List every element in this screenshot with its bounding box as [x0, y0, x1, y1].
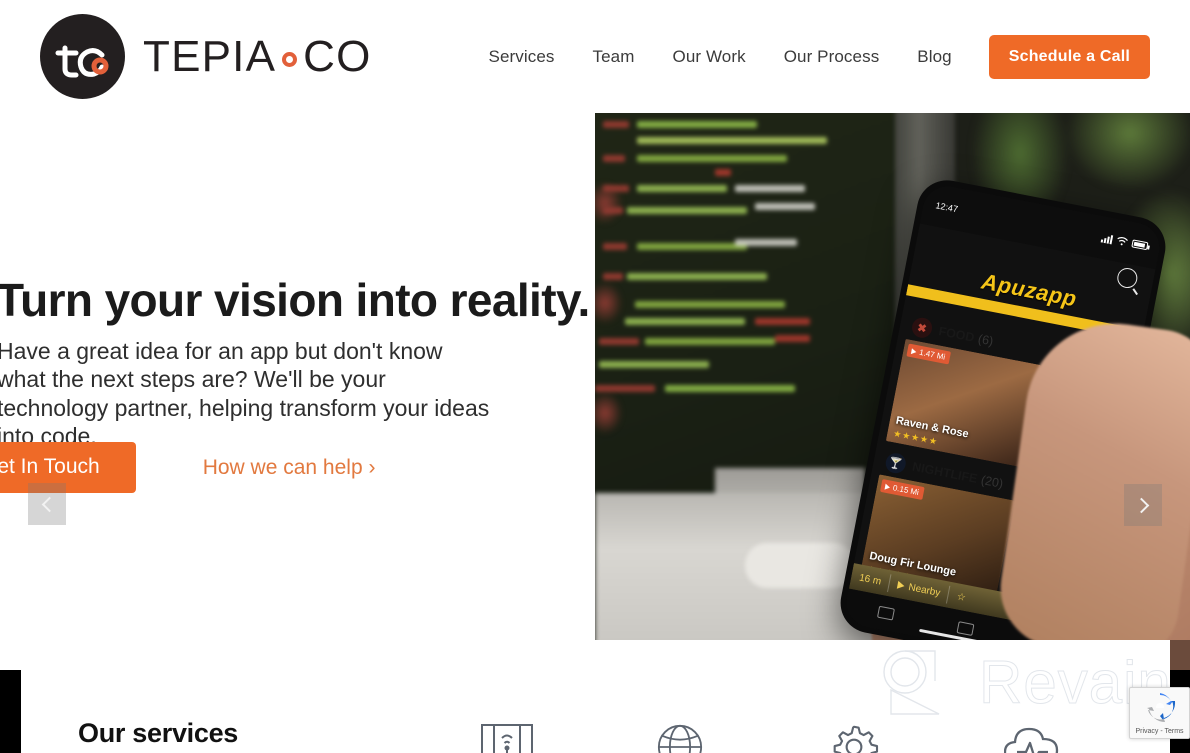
app-search-icon[interactable] — [1115, 266, 1140, 290]
nav-item-team[interactable]: Team — [574, 47, 654, 67]
mobile-app-icon[interactable] — [481, 724, 533, 753]
food-icon: ✖ — [910, 316, 934, 340]
video-icon[interactable] — [876, 605, 895, 621]
phone-time: 12:47 — [934, 200, 959, 215]
hero-copy: Turn your vision into reality. Have a gr… — [0, 113, 595, 640]
nav-list: Services Team Our Work Our Process Blog — [470, 47, 971, 67]
wifi-icon — [1117, 237, 1128, 246]
schedule-a-call-button[interactable]: Schedule a Call — [988, 34, 1150, 79]
status-icons — [1100, 232, 1149, 251]
service-icon-row — [21, 640, 1170, 753]
chevron-left-icon — [41, 496, 57, 512]
favorite-star-icon[interactable]: ☆ — [948, 589, 975, 605]
recaptcha-badge[interactable]: Privacy - Terms — [1129, 687, 1190, 739]
page-root: TEPIA CO Services Team Our Work Our Proc… — [0, 0, 1190, 753]
brand-logo[interactable]: TEPIA CO — [40, 14, 372, 99]
chevron-right-icon — [1133, 497, 1149, 513]
camera-icon[interactable] — [955, 621, 974, 636]
brand-name-2: CO — [303, 31, 372, 81]
carousel-prev-button[interactable] — [28, 483, 66, 525]
recaptcha-privacy-terms[interactable]: Privacy - Terms — [1130, 728, 1189, 735]
nearby-arrow-icon — [897, 580, 906, 591]
hero-photo-scene: 12:47 Apuzapp ✖ FOOD (6) 1.47 Mi Raven &… — [595, 113, 1190, 640]
nav-item-blog[interactable]: Blog — [898, 47, 970, 67]
carousel-next-button[interactable] — [1124, 484, 1162, 526]
signal-icon — [1100, 233, 1114, 244]
hero-section: Turn your vision into reality. Have a gr… — [0, 113, 1190, 640]
hero-title: Turn your vision into reality. — [0, 274, 590, 326]
nav-item-services[interactable]: Services — [470, 47, 574, 67]
nearby-filter[interactable]: Nearby — [889, 578, 949, 600]
desk-object — [745, 543, 855, 588]
site-header: TEPIA CO Services Team Our Work Our Proc… — [0, 0, 1190, 113]
page-left-edge — [0, 670, 21, 753]
how-we-can-help-link[interactable]: How we can help › — [203, 456, 376, 480]
cloud-pulse-icon[interactable] — [1003, 724, 1062, 753]
globe-icon[interactable] — [655, 724, 705, 753]
brand-name-1: TEPIA — [143, 31, 277, 81]
main-navigation: Services Team Our Work Our Process Blog … — [470, 0, 1190, 113]
nav-item-our-work[interactable]: Our Work — [654, 47, 765, 67]
brand-wordmark: TEPIA CO — [143, 31, 372, 81]
page-right-edge-photo — [1170, 640, 1190, 670]
category-count: (6) — [976, 331, 995, 349]
get-in-touch-button[interactable]: Get In Touch — [0, 442, 136, 493]
brand-dot-icon — [282, 52, 298, 67]
category-name: FOOD — [937, 324, 976, 345]
services-section: Revain Our services — [21, 640, 1170, 753]
category-count: (20) — [979, 472, 1005, 491]
tepia-mark-icon — [40, 14, 125, 99]
hero-subtitle: Have a great idea for an app but don't k… — [0, 338, 490, 449]
code-red-column — [595, 173, 625, 473]
battery-icon — [1131, 239, 1149, 251]
cocktail-icon: 🍸 — [884, 451, 908, 475]
hero-image: 12:47 Apuzapp ✖ FOOD (6) 1.47 Mi Raven &… — [595, 113, 1190, 640]
recaptcha-icon — [1147, 693, 1176, 723]
gear-icon[interactable] — [829, 724, 879, 753]
radius-control[interactable]: 16 m — [850, 570, 890, 588]
nav-item-our-process[interactable]: Our Process — [765, 47, 899, 67]
